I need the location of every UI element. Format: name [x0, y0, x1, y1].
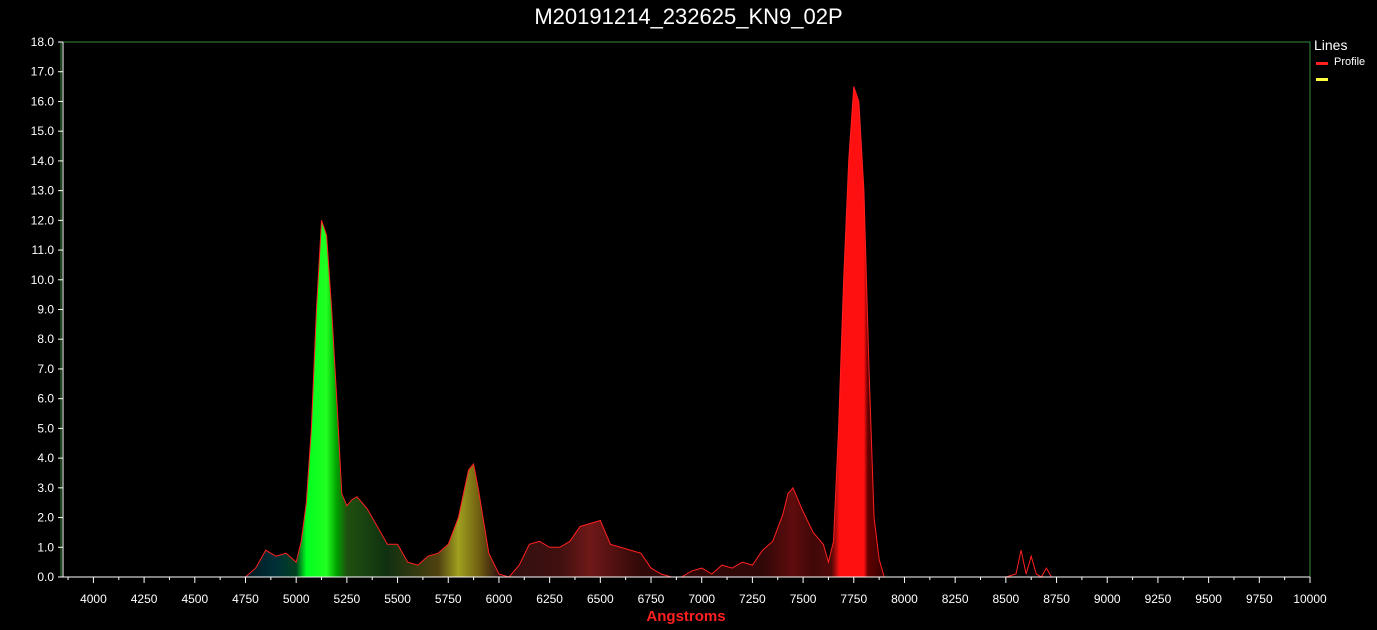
x-tick-label: 7750: [840, 592, 867, 606]
legend-swatch-2: [1316, 78, 1328, 81]
legend: Lines Profile: [1314, 37, 1377, 88]
y-tick-label: 18.0: [31, 35, 55, 49]
y-tick-label: 7.0: [37, 362, 54, 376]
legend-label-profile: Profile: [1334, 56, 1366, 68]
x-tick-label: 7000: [688, 592, 715, 606]
y-tick-label: 4.0: [37, 451, 54, 465]
spectrum-chart: 0.0 1.0 2.0 3.0 4.0 5.0 6.0 7.0 8.0 9.0 10.0 11.0 12…: [31, 35, 1327, 606]
x-tick-label: 8250: [942, 592, 969, 606]
y-tick-label: 6.0: [37, 392, 54, 406]
x-tick-label: 5000: [283, 592, 310, 606]
x-tick-label: 4000: [80, 592, 107, 606]
profile-line-layer: [245, 86, 1310, 578]
y-tick-label: 1.0: [37, 540, 54, 554]
x-tick-label: 6500: [587, 592, 614, 606]
x-axis-ticks: 4000 4250 4500 4750 5000 5250 5500 5750 6000 6250…: [67, 577, 1327, 606]
x-tick-label: 4500: [181, 592, 208, 606]
y-axis-ticks: 0.0 1.0 2.0 3.0 4.0 5.0 6.0 7.0 8.0 9.0 10.0 11.0 12…: [31, 35, 63, 584]
spectrum-area: [245, 86, 1311, 577]
y-tick-label: 11.0: [32, 243, 55, 257]
x-tick-label: 9500: [1195, 592, 1222, 606]
y-tick-label: 12.0: [31, 213, 55, 227]
x-tick-label: 7250: [739, 592, 766, 606]
legend-entry-2: [1314, 72, 1377, 88]
y-tick-label: 8.0: [37, 332, 54, 346]
y-tick-label: 14.0: [31, 154, 55, 168]
axes: [62, 42, 1310, 578]
x-tick-label: 4750: [232, 592, 259, 606]
x-tick-label: 6250: [536, 592, 563, 606]
y-tick-label: 13.0: [31, 184, 55, 198]
y-tick-label: 10.0: [31, 273, 55, 287]
x-tick-label: 8000: [891, 592, 918, 606]
x-tick-label: 7500: [790, 592, 817, 606]
x-tick-label: 10000: [1293, 592, 1327, 606]
y-tick-label: 16.0: [31, 94, 55, 108]
x-tick-label: 9750: [1246, 592, 1273, 606]
legend-swatch-profile: [1316, 62, 1328, 65]
y-tick-label: 0.0: [37, 570, 54, 584]
y-tick-label: 9.0: [37, 303, 54, 317]
spectrum-fill-layer: [245, 86, 1311, 577]
legend-title: Lines: [1314, 37, 1348, 53]
y-tick-label: 2.0: [37, 511, 54, 525]
x-tick-label: 6750: [638, 592, 665, 606]
x-tick-label: 5250: [334, 592, 361, 606]
x-tick-label: 5750: [435, 592, 462, 606]
x-tick-label: 8750: [1043, 592, 1070, 606]
y-tick-label: 17.0: [31, 65, 55, 79]
x-tick-label: 9000: [1094, 592, 1121, 606]
y-tick-label: 5.0: [37, 421, 54, 435]
x-tick-label: 9250: [1145, 592, 1172, 606]
y-tick-label: 15.0: [31, 124, 55, 138]
legend-entry-profile: Profile: [1314, 56, 1377, 72]
x-tick-label: 4250: [131, 592, 158, 606]
x-tick-label: 5500: [384, 592, 411, 606]
plot-frame: [60, 41, 1311, 578]
x-tick-label: 8500: [993, 592, 1020, 606]
profile-line: [245, 86, 1310, 578]
x-axis-label: Angstroms: [646, 608, 726, 625]
y-tick-label: 3.0: [37, 481, 54, 495]
x-tick-label: 6000: [486, 592, 513, 606]
